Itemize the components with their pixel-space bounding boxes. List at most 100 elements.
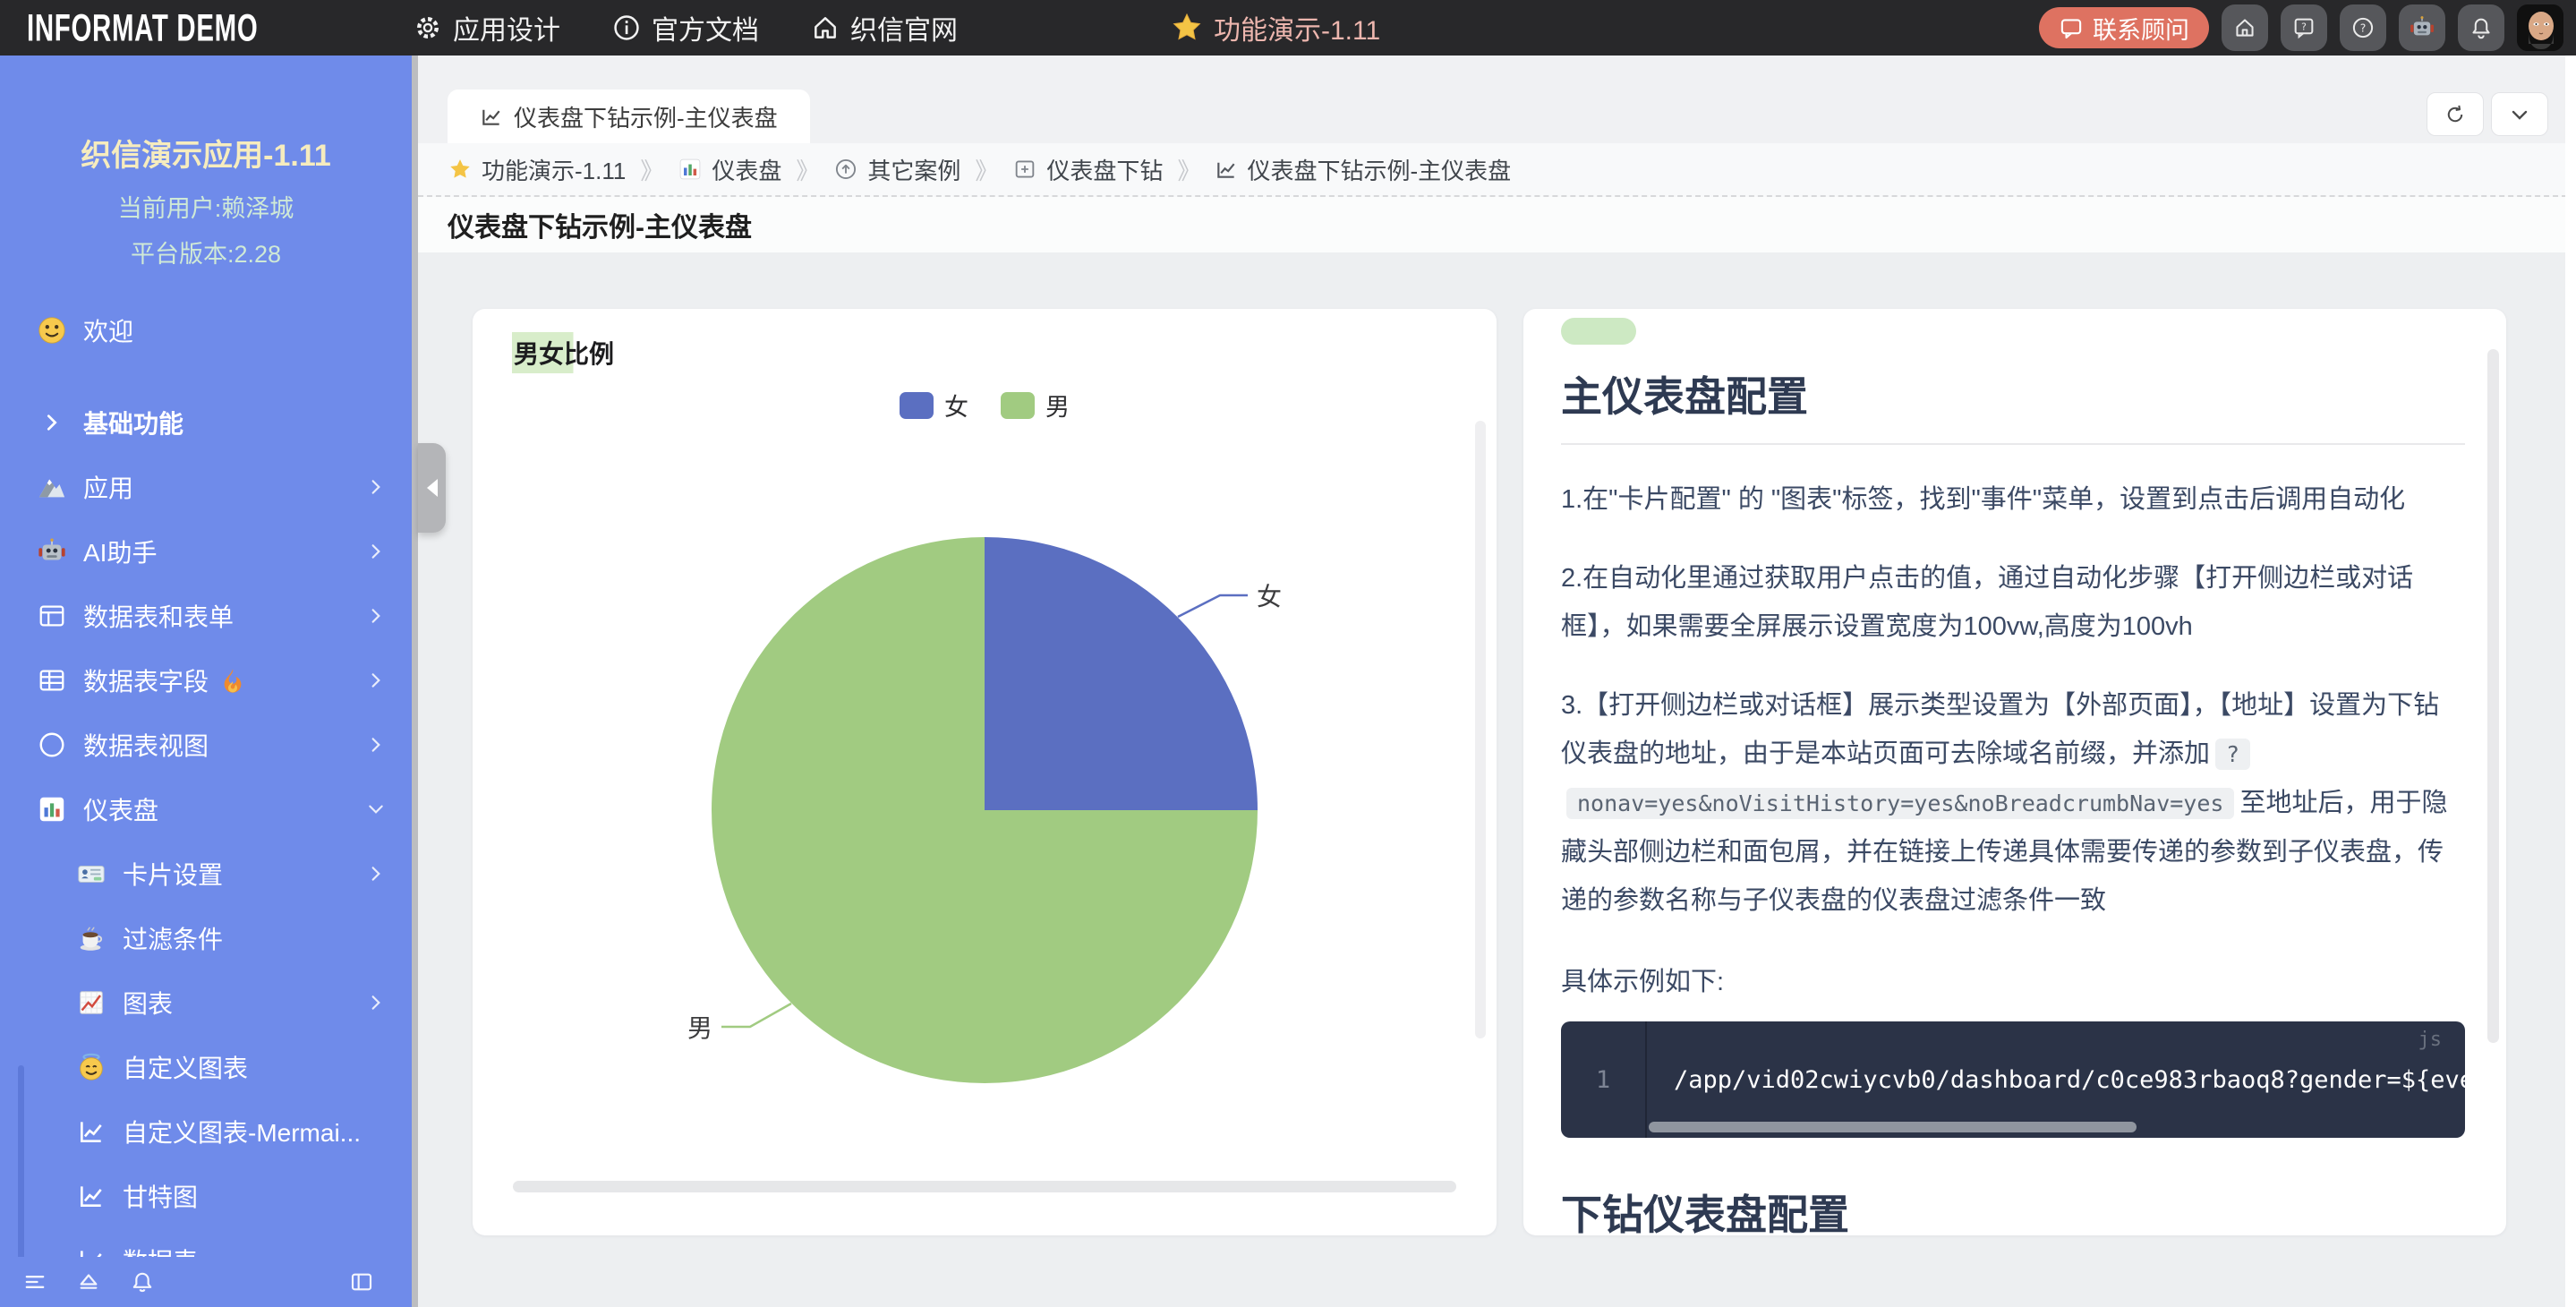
help-button[interactable]: ?	[2340, 4, 2386, 51]
brand-logo: INFORMAT DEMO	[27, 6, 296, 50]
sidebar-item-table-fields[interactable]: 数据表字段	[0, 648, 412, 713]
pie-label-male: 男	[687, 1014, 712, 1042]
menu-lines-icon[interactable]	[21, 1269, 48, 1295]
breadcrumb-item-other-cases[interactable]: 其它案例	[833, 153, 960, 186]
breadcrumb-separator: 》	[1177, 153, 1200, 186]
doc-heading-drilldown: 下钻仪表盘配置	[1561, 1183, 2465, 1235]
chevron-right-icon	[367, 542, 385, 560]
pie-chart[interactable]: 女 男	[473, 425, 1497, 1186]
chevron-down-icon	[367, 800, 385, 818]
angel-smiley-icon	[75, 1051, 107, 1083]
sidebar-item-custom-charts[interactable]: 自定义图表	[0, 1035, 412, 1099]
pie-leader-line-female	[1178, 595, 1248, 617]
legend-item-female[interactable]: 女	[900, 388, 968, 423]
line-chart-icon	[75, 1115, 107, 1148]
breadcrumb-separator: 》	[640, 153, 663, 186]
pie-leader-line-male	[721, 1004, 791, 1027]
robot-icon	[36, 535, 68, 568]
star-icon	[1171, 12, 1203, 44]
sidebar-item-ai-assistant[interactable]: AI助手	[0, 519, 412, 584]
svg-text:?: ?	[2301, 21, 2307, 33]
page-scrollbar-track[interactable]	[2565, 56, 2576, 1307]
sidebar-menu: 欢迎 基础功能 应用 AI助手 数据表和表单	[0, 298, 412, 1293]
tab-strip: 仪表盘下钻示例-主仪表盘	[418, 56, 2576, 143]
legend-item-male[interactable]: 男	[1001, 388, 1070, 423]
sidebar-item-custom-charts-mermaid[interactable]: 自定义图表-Mermai...	[0, 1099, 412, 1164]
code-line-number: 1	[1561, 1021, 1647, 1138]
code-block[interactable]: 1 /app/vid02cwiycvb0/dashboard/c0ce983rb…	[1561, 1021, 2465, 1138]
card-horizontal-scrollbar[interactable]	[513, 1181, 1456, 1192]
square-plus-icon	[1012, 157, 1037, 182]
breadcrumb-item-dashboards[interactable]: 仪表盘	[678, 153, 781, 186]
home-button[interactable]	[2222, 4, 2268, 51]
sidebar-item-table-views[interactable]: 数据表视图	[0, 713, 412, 777]
inline-code-question: ?	[2215, 739, 2250, 770]
coffee-icon	[75, 922, 107, 954]
eject-icon[interactable]	[75, 1269, 102, 1295]
tab-dashboard-drilldown[interactable]: 仪表盘下钻示例-主仪表盘	[448, 90, 810, 143]
sidebar-scrollbar-track[interactable]	[412, 56, 418, 1307]
chart-title: 男女比例	[512, 332, 621, 373]
card-icon	[75, 858, 107, 890]
eye-circle-icon	[36, 729, 68, 761]
refresh-button[interactable]	[2427, 92, 2484, 136]
notifications-button[interactable]	[2458, 4, 2504, 51]
chevron-right-icon	[367, 671, 385, 689]
chart-legend: 女 男	[473, 388, 1497, 423]
line-chart-icon	[480, 105, 503, 128]
breadcrumb-item-current[interactable]: 仪表盘下钻示例-主仪表盘	[1215, 153, 1511, 186]
ai-assistant-button[interactable]	[2399, 4, 2445, 51]
chevron-right-icon	[367, 994, 385, 1012]
chevron-right-icon	[367, 736, 385, 754]
pie-slice-female[interactable]	[985, 537, 1258, 810]
nav-official-docs[interactable]: 官方文档	[612, 8, 759, 47]
bell-icon[interactable]	[129, 1269, 156, 1295]
tab-options-button[interactable]	[2491, 92, 2548, 136]
comment-question-icon: ?	[2291, 15, 2316, 40]
user-avatar[interactable]	[2517, 4, 2563, 51]
line-chart-icon	[1215, 158, 1238, 181]
code-horizontal-scrollbar[interactable]	[1649, 1122, 2137, 1132]
header-actions: 联系顾问 ? ?	[2039, 4, 2563, 51]
sidebar-item-apps[interactable]: 应用	[0, 455, 412, 519]
home-icon	[811, 13, 840, 42]
nav-app-design[interactable]: 应用设计	[414, 8, 560, 47]
sidebar-collapse-handle[interactable]	[418, 443, 446, 533]
example-label: 具体示例如下:	[1561, 961, 2465, 998]
config-doc-card: 主仪表盘配置 1.在"卡片配置" 的 "图表"标签，找到"事件"菜单，设置到点击…	[1523, 309, 2506, 1235]
breadcrumb-item-drilldown-folder[interactable]: 仪表盘下钻	[1012, 153, 1163, 186]
sidebar: 织信演示应用-1.11 当前用户:赖泽城 平台版本:2.28 欢迎 基础功能 应…	[0, 56, 412, 1307]
arrow-up-circle-icon	[833, 157, 858, 182]
app-badge[interactable]: 功能演示-1.11	[1171, 8, 1380, 47]
sidebar-item-filter-conditions[interactable]: 过滤条件	[0, 906, 412, 970]
sidebar-item-gantt[interactable]: 甘特图	[0, 1164, 412, 1228]
sidebar-item-charts[interactable]: 图表	[0, 970, 412, 1035]
code-language-label: js	[2418, 1029, 2443, 1051]
sidebar-item-dashboards[interactable]: 仪表盘	[0, 777, 412, 841]
line-chart-icon	[75, 1180, 107, 1212]
sidebar-item-card-settings[interactable]: 卡片设置	[0, 841, 412, 906]
sidebar-footer	[0, 1257, 405, 1307]
contact-consultant-button[interactable]: 联系顾问	[2039, 7, 2209, 48]
card-vertical-scrollbar[interactable]	[1475, 421, 1486, 1038]
breadcrumb-separator: 》	[796, 153, 819, 186]
bar-chart-icon	[36, 793, 68, 825]
gender-ratio-card: 男女比例 女 男 女	[473, 309, 1497, 1235]
feedback-button[interactable]: ?	[2281, 4, 2327, 51]
card-vertical-scrollbar[interactable]	[2487, 349, 2499, 1043]
sidebar-item-welcome[interactable]: 欢迎	[0, 298, 412, 363]
chat-icon	[2059, 15, 2084, 40]
info-icon	[612, 13, 641, 42]
doc-heading-main: 主仪表盘配置	[1561, 364, 2465, 445]
sidebar-group-basic-functions[interactable]: 基础功能	[0, 390, 412, 455]
sidebar-platform-version: 平台版本:2.28	[0, 235, 412, 269]
legend-swatch-female	[900, 392, 934, 419]
bell-icon	[2469, 15, 2494, 40]
nav-official-site[interactable]: 织信官网	[811, 8, 958, 47]
green-tag-pill	[1561, 318, 1636, 345]
collapse-panel-icon[interactable]	[348, 1269, 375, 1295]
breadcrumb-item-demo[interactable]: 功能演示-1.11	[448, 153, 626, 186]
doc-paragraph-1: 1.在"卡片配置" 的 "图表"标签，找到"事件"菜单，设置到点击后调用自动化	[1561, 475, 2465, 524]
legend-swatch-male	[1001, 392, 1035, 419]
sidebar-item-tables-forms[interactable]: 数据表和表单	[0, 584, 412, 648]
